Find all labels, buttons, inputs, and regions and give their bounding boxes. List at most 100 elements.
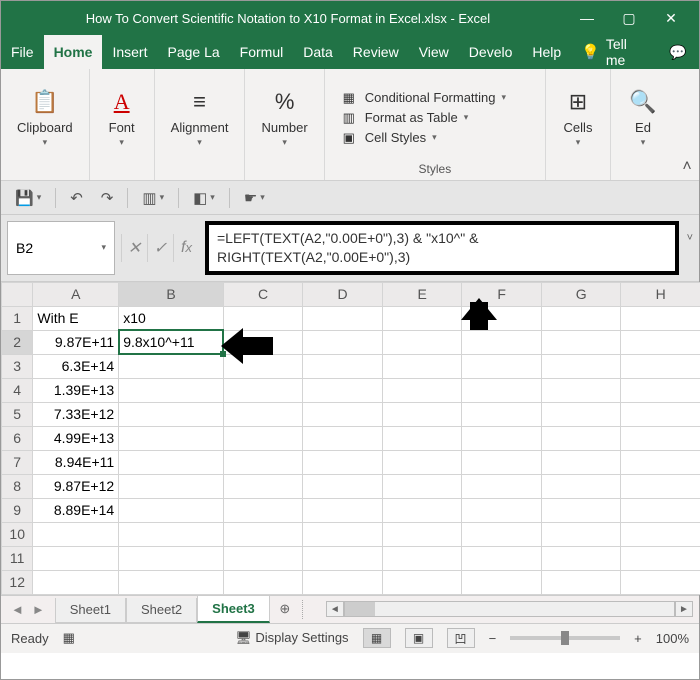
cell-F10[interactable] <box>462 522 542 546</box>
cell-F5[interactable] <box>462 402 542 426</box>
close-button[interactable]: ✕ <box>651 4 691 32</box>
zoom-slider[interactable] <box>510 636 620 640</box>
cancel-formula-button[interactable]: ✕ <box>121 234 147 262</box>
expand-formula-icon[interactable]: ˅ <box>687 231 693 246</box>
cell-F12[interactable] <box>462 570 542 594</box>
row-header-2[interactable]: 2 <box>2 330 33 354</box>
scroll-right-button[interactable]: ► <box>675 601 693 617</box>
cell-A3[interactable]: 6.3E+14 <box>33 354 119 378</box>
cell-D12[interactable] <box>303 570 383 594</box>
cell-B8[interactable] <box>119 474 224 498</box>
cell-F3[interactable] <box>462 354 542 378</box>
cell-G1[interactable] <box>541 306 621 330</box>
cell-C11[interactable] <box>223 546 303 570</box>
cell-E8[interactable] <box>382 474 462 498</box>
horizontal-scrollbar[interactable]: ◄ ► <box>310 596 699 623</box>
column-header-B[interactable]: B <box>119 282 224 306</box>
spreadsheet-grid[interactable]: ABCDEFGH 1With Ex1029.87E+119.8x10^+1136… <box>1 282 699 595</box>
macro-record-icon[interactable]: ▦ <box>63 630 75 646</box>
cell-D2[interactable] <box>303 330 383 354</box>
scroll-track[interactable] <box>344 601 675 617</box>
cell-H6[interactable] <box>621 426 700 450</box>
row-header-12[interactable]: 12 <box>2 570 33 594</box>
cell-F9[interactable] <box>462 498 542 522</box>
cell-B4[interactable] <box>119 378 224 402</box>
tab-page-layout[interactable]: Page La <box>157 35 229 69</box>
scroll-left-button[interactable]: ◄ <box>326 601 344 617</box>
row-header-10[interactable]: 10 <box>2 522 33 546</box>
cell-B9[interactable] <box>119 498 224 522</box>
cell-E5[interactable] <box>382 402 462 426</box>
cell-H12[interactable] <box>621 570 700 594</box>
cell-B2[interactable]: 9.8x10^+11 <box>119 330 224 354</box>
formula-bar[interactable]: =LEFT(TEXT(A2,"0.00E+0"),3) & "x10^" & R… <box>205 221 679 275</box>
share-button[interactable]: 💬 <box>657 35 699 69</box>
cell-H9[interactable] <box>621 498 700 522</box>
row-header-8[interactable]: 8 <box>2 474 33 498</box>
cell-H7[interactable] <box>621 450 700 474</box>
cell-styles-button[interactable]: ▣ Cell Styles ▾ <box>335 129 510 147</box>
cell-E11[interactable] <box>382 546 462 570</box>
column-header-G[interactable]: G <box>541 282 621 306</box>
column-header-A[interactable]: A <box>33 282 119 306</box>
cell-F11[interactable] <box>462 546 542 570</box>
editing-button[interactable]: 🔍 Ed ▾ <box>621 82 665 152</box>
row-header-6[interactable]: 6 <box>2 426 33 450</box>
tab-insert[interactable]: Insert <box>102 35 157 69</box>
cells-button[interactable]: ⊞ Cells ▾ <box>556 82 600 152</box>
display-settings-button[interactable]: 🖥 Display Settings <box>235 630 348 646</box>
paste-button[interactable]: 📋 Clipboard ▾ <box>11 82 79 152</box>
cell-G2[interactable] <box>541 330 621 354</box>
qat-item-3[interactable]: ☛▾ <box>240 186 269 210</box>
column-header-E[interactable]: E <box>382 282 462 306</box>
cell-D5[interactable] <box>303 402 383 426</box>
tab-view[interactable]: View <box>409 35 459 69</box>
cell-H5[interactable] <box>621 402 700 426</box>
save-button[interactable]: 💾▾ <box>11 186 45 210</box>
cell-H2[interactable] <box>621 330 700 354</box>
cell-F7[interactable] <box>462 450 542 474</box>
cell-B11[interactable] <box>119 546 224 570</box>
cell-E4[interactable] <box>382 378 462 402</box>
cell-F6[interactable] <box>462 426 542 450</box>
cell-D7[interactable] <box>303 450 383 474</box>
cell-D6[interactable] <box>303 426 383 450</box>
cell-E10[interactable] <box>382 522 462 546</box>
cell-A9[interactable]: 8.89E+14 <box>33 498 119 522</box>
tab-help[interactable]: Help <box>522 35 571 69</box>
zoom-out-button[interactable]: − <box>489 631 497 646</box>
number-button[interactable]: % Number ▾ <box>255 82 313 152</box>
cell-C4[interactable] <box>223 378 303 402</box>
cell-D11[interactable] <box>303 546 383 570</box>
sheet-nav[interactable]: ◄ ► <box>1 596 55 623</box>
cell-A4[interactable]: 1.39E+13 <box>33 378 119 402</box>
cell-G5[interactable] <box>541 402 621 426</box>
cell-F2[interactable] <box>462 330 542 354</box>
cell-A12[interactable] <box>33 570 119 594</box>
cell-B1[interactable]: x10 <box>119 306 224 330</box>
cell-E1[interactable] <box>382 306 462 330</box>
view-page-layout-button[interactable]: ▣ <box>405 628 433 648</box>
cell-G8[interactable] <box>541 474 621 498</box>
cell-A5[interactable]: 7.33E+12 <box>33 402 119 426</box>
cell-H8[interactable] <box>621 474 700 498</box>
maximize-button[interactable]: ▢ <box>609 4 649 32</box>
cell-G10[interactable] <box>541 522 621 546</box>
sheet-tab-1[interactable]: Sheet1 <box>55 598 126 623</box>
row-header-1[interactable]: 1 <box>2 306 33 330</box>
tab-developer[interactable]: Develo <box>459 35 523 69</box>
cell-E6[interactable] <box>382 426 462 450</box>
redo-button[interactable]: ↷ <box>97 186 118 210</box>
cell-E9[interactable] <box>382 498 462 522</box>
sheet-tab-3[interactable]: Sheet3 <box>197 596 270 623</box>
cell-G9[interactable] <box>541 498 621 522</box>
cell-E2[interactable] <box>382 330 462 354</box>
zoom-level[interactable]: 100% <box>656 631 689 646</box>
cell-E7[interactable] <box>382 450 462 474</box>
cell-B5[interactable] <box>119 402 224 426</box>
select-all-corner[interactable] <box>2 282 33 306</box>
column-header-C[interactable]: C <box>223 282 303 306</box>
cell-B3[interactable] <box>119 354 224 378</box>
column-header-D[interactable]: D <box>303 282 383 306</box>
cell-G11[interactable] <box>541 546 621 570</box>
